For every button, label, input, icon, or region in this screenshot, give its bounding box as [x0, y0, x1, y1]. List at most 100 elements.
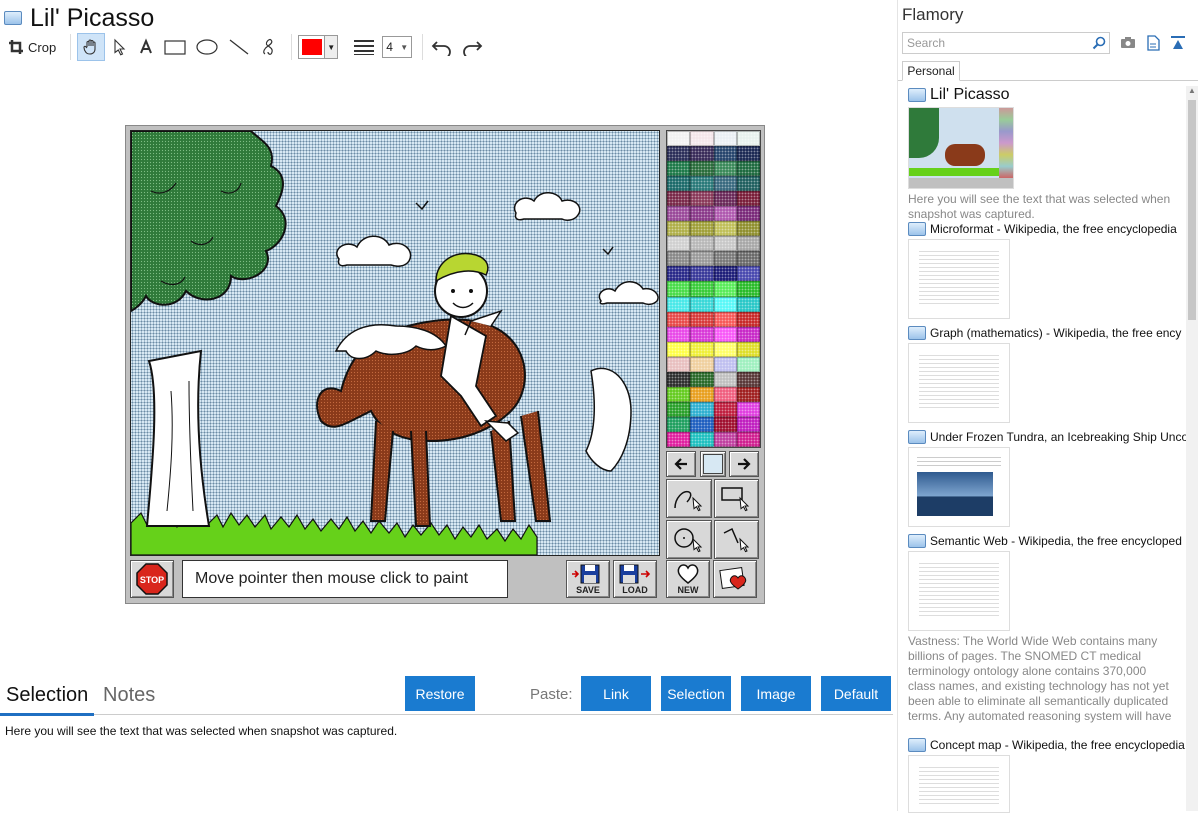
palette-swatch[interactable]	[667, 251, 691, 267]
palette-swatch[interactable]	[713, 236, 737, 252]
palette-swatch[interactable]	[667, 191, 691, 207]
undo-button[interactable]	[429, 34, 455, 60]
collapse-top-icon[interactable]	[1170, 35, 1186, 51]
palette-swatch[interactable]	[690, 416, 714, 432]
sidebar-scrollbar[interactable]: ▲	[1186, 86, 1198, 811]
palette-swatch[interactable]	[713, 386, 737, 402]
palette-swatch[interactable]	[736, 356, 760, 372]
ellipse-tool-button[interactable]	[193, 34, 221, 60]
palette-swatch[interactable]	[667, 311, 691, 327]
palette-swatch[interactable]	[690, 356, 714, 372]
color-picker-button[interactable]: ▼	[298, 34, 339, 60]
palette-swatch[interactable]	[736, 326, 760, 342]
palette-swatch[interactable]	[736, 371, 760, 387]
palette-swatch[interactable]	[736, 191, 760, 207]
line-tool-button[interactable]	[225, 34, 253, 60]
polygon-brush-tool[interactable]	[713, 520, 759, 559]
palette-swatch[interactable]	[713, 296, 737, 312]
palette-swatch[interactable]	[690, 311, 714, 327]
palette-swatch[interactable]	[667, 131, 691, 147]
palette-swatch[interactable]	[713, 191, 737, 207]
palette-swatch[interactable]	[713, 161, 737, 177]
palette-swatch[interactable]	[690, 281, 714, 297]
palette-swatch[interactable]	[690, 296, 714, 312]
palette-swatch[interactable]	[736, 176, 760, 192]
palette-swatch[interactable]	[713, 401, 737, 417]
list-item[interactable]: Lil' Picasso Here you will see the text …	[908, 86, 1186, 222]
palette-swatch[interactable]	[713, 131, 737, 147]
palette-swatch[interactable]	[690, 386, 714, 402]
palette-swatch[interactable]	[690, 176, 714, 192]
paste-default-button[interactable]: Default	[821, 676, 891, 711]
palette-swatch[interactable]	[736, 386, 760, 402]
palette-swatch[interactable]	[690, 341, 714, 357]
palette-swatch[interactable]	[667, 296, 691, 312]
list-item[interactable]: Under Frozen Tundra, an Icebreaking Ship…	[908, 430, 1186, 527]
tab-personal[interactable]: Personal	[902, 61, 960, 81]
palette-swatch[interactable]	[736, 206, 760, 222]
search-icon[interactable]	[1092, 36, 1106, 50]
valentine-button[interactable]	[713, 560, 757, 598]
palette-swatch[interactable]	[690, 236, 714, 252]
color-palette[interactable]	[666, 130, 761, 448]
palette-swatch[interactable]	[690, 206, 714, 222]
palette-swatch[interactable]	[713, 431, 737, 447]
palette-swatch[interactable]	[736, 161, 760, 177]
palette-swatch[interactable]	[736, 401, 760, 417]
rectangle-tool-button[interactable]	[161, 34, 189, 60]
palette-swatch[interactable]	[667, 401, 691, 417]
palette-swatch[interactable]	[690, 146, 714, 162]
list-item[interactable]: Graph (mathematics) - Wikipedia, the fre…	[908, 326, 1186, 423]
palette-swatch[interactable]	[736, 236, 760, 252]
paste-selection-button[interactable]: Selection	[661, 676, 731, 711]
text-tool-button[interactable]	[135, 34, 157, 60]
palette-swatch[interactable]	[667, 206, 691, 222]
palette-swatch[interactable]	[713, 146, 737, 162]
palette-swatch[interactable]	[690, 401, 714, 417]
palette-swatch[interactable]	[667, 146, 691, 162]
rectangle-brush-tool[interactable]	[713, 479, 759, 518]
palette-swatch[interactable]	[690, 371, 714, 387]
snapshot-image[interactable]: STOP Move pointer then mouse click to pa…	[125, 125, 765, 604]
list-item[interactable]: Concept map - Wikipedia, the free encycl…	[908, 738, 1186, 813]
line-width-icon-button[interactable]	[350, 34, 378, 60]
palette-swatch[interactable]	[713, 251, 737, 267]
search-input[interactable]: Search	[902, 32, 1110, 54]
palette-swatch[interactable]	[713, 416, 737, 432]
palette-swatch[interactable]	[667, 341, 691, 357]
circle-brush-tool[interactable]	[666, 520, 712, 559]
palette-swatch[interactable]	[713, 206, 737, 222]
palette-swatch[interactable]	[667, 161, 691, 177]
crop-button[interactable]: Crop	[4, 34, 60, 60]
new-button[interactable]: NEW	[666, 560, 710, 598]
scrollbar-thumb[interactable]	[1188, 100, 1196, 320]
list-item[interactable]: Microformat - Wikipedia, the free encycl…	[908, 222, 1186, 319]
palette-swatch[interactable]	[690, 161, 714, 177]
palette-swatch[interactable]	[667, 356, 691, 372]
tab-notes[interactable]: Notes	[103, 684, 155, 707]
hand-tool-button[interactable]	[77, 33, 106, 61]
load-button[interactable]: LOAD	[613, 560, 657, 598]
palette-swatch[interactable]	[690, 131, 714, 147]
palette-swatch[interactable]	[667, 431, 691, 447]
palette-swatch[interactable]	[736, 296, 760, 312]
palette-swatch[interactable]	[690, 266, 714, 282]
palette-swatch[interactable]	[713, 221, 737, 237]
freehand-brush-tool[interactable]	[666, 479, 712, 518]
palette-swatch[interactable]	[736, 146, 760, 162]
palette-swatch[interactable]	[713, 266, 737, 282]
chevron-up-icon[interactable]: ▲	[1186, 86, 1198, 100]
palette-swatch[interactable]	[667, 386, 691, 402]
freehand-tool-button[interactable]	[257, 34, 281, 60]
select-tool-button[interactable]	[109, 34, 131, 60]
palette-swatch[interactable]	[736, 311, 760, 327]
palette-swatch[interactable]	[736, 221, 760, 237]
palette-swatch[interactable]	[713, 326, 737, 342]
palette-swatch[interactable]	[736, 251, 760, 267]
palette-swatch[interactable]	[736, 266, 760, 282]
palette-swatch[interactable]	[667, 326, 691, 342]
palette-swatch[interactable]	[713, 281, 737, 297]
stop-button[interactable]: STOP	[130, 560, 174, 598]
palette-swatch[interactable]	[690, 251, 714, 267]
palette-prev-button[interactable]	[666, 451, 696, 477]
